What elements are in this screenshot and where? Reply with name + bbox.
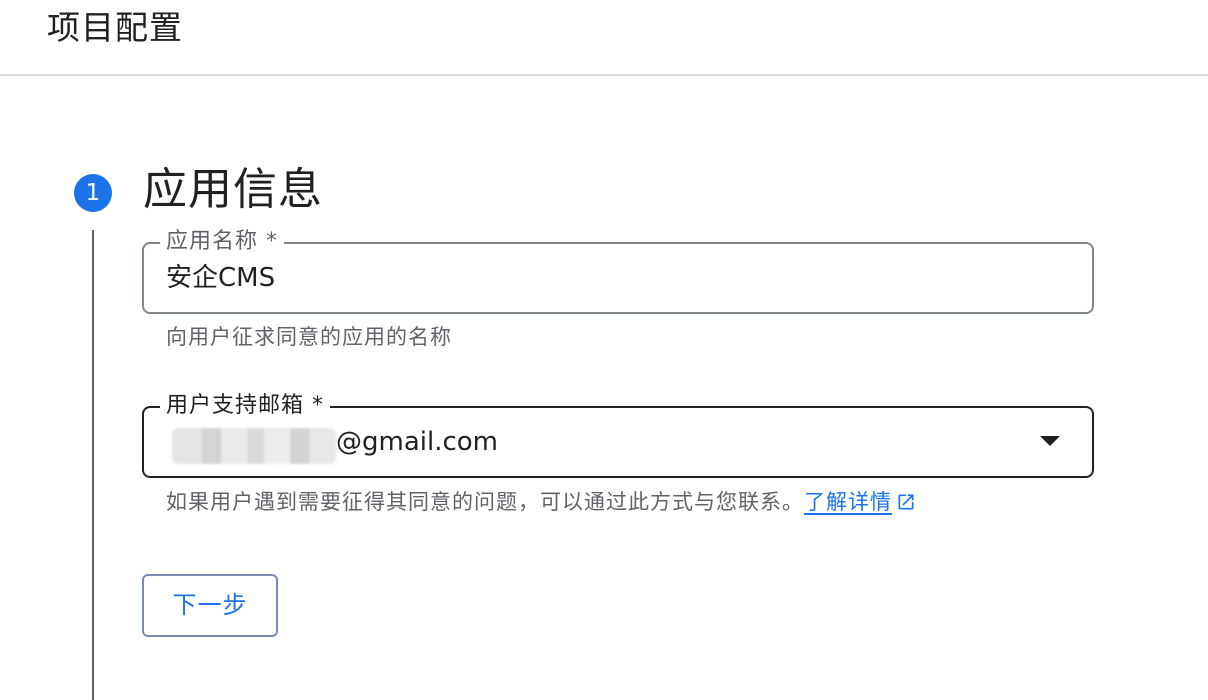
support-email-helper-message: 如果用户遇到需要征得其同意的问题，可以通过此方式与您联系。 bbox=[166, 490, 804, 514]
external-link-icon[interactable] bbox=[896, 492, 916, 512]
next-step-button[interactable]: 下一步 bbox=[142, 574, 278, 637]
support-email-helper-text: 如果用户遇到需要征得其同意的问题，可以通过此方式与您联系。了解详情 bbox=[166, 488, 916, 516]
support-email-value: @gmail.com bbox=[336, 427, 499, 457]
step-title: 应用信息 bbox=[143, 164, 323, 215]
support-email-label: 用户支持邮箱 * bbox=[160, 392, 330, 420]
page-title: 项目配置 bbox=[47, 8, 183, 47]
learn-more-link[interactable]: 了解详情 bbox=[804, 490, 892, 514]
page-header: 项目配置 bbox=[0, 0, 1208, 76]
caret-down-icon[interactable] bbox=[1040, 436, 1060, 446]
app-name-label: 应用名称 * bbox=[160, 228, 284, 256]
app-name-helper-text: 向用户征求同意的应用的名称 bbox=[166, 325, 452, 349]
step-connector-line bbox=[92, 230, 94, 700]
redacted-email-user bbox=[172, 428, 336, 464]
app-name-input[interactable]: 安企CMS bbox=[166, 261, 275, 295]
support-email-select[interactable]: 用户支持邮箱 * @gmail.com bbox=[142, 392, 1094, 478]
step-number-circle: 1 bbox=[74, 174, 112, 212]
app-name-field[interactable]: 应用名称 * 安企CMS bbox=[142, 228, 1094, 314]
